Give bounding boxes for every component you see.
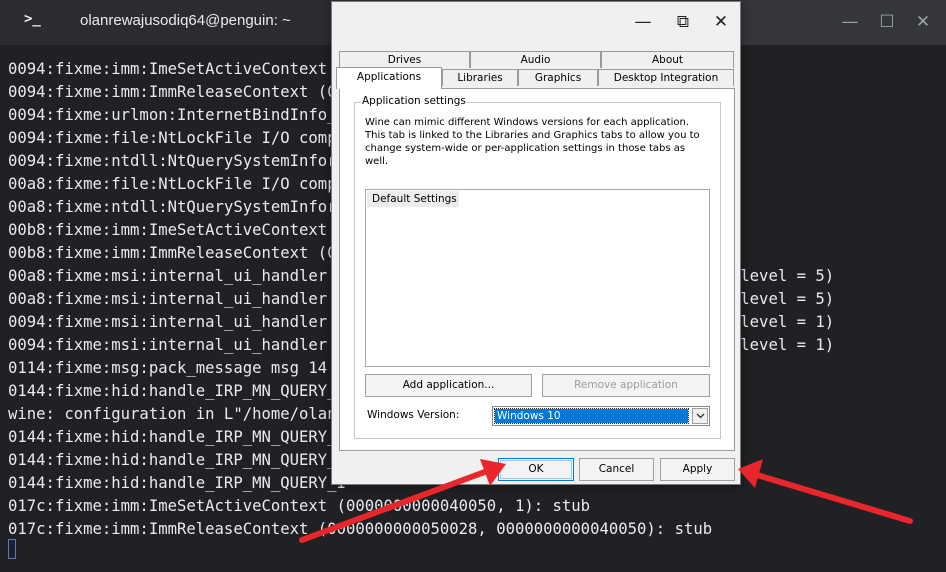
windows-version-select[interactable]: Windows 10 xyxy=(492,406,710,426)
terminal-tab[interactable]: >_ olanrewajusodiq64@penguin: ~ xyxy=(0,0,330,45)
windows-version-value: Windows 10 xyxy=(494,408,689,424)
terminal-icon: >_ xyxy=(24,11,41,27)
tab-drives[interactable]: Drives xyxy=(339,51,470,68)
terminal-tab-title: olanrewajusodiq64@penguin: ~ xyxy=(80,12,291,29)
close-icon[interactable]: ✕ xyxy=(909,10,937,34)
ok-button[interactable]: OK xyxy=(498,458,574,481)
application-settings-group: Application settings Wine can mimic diff… xyxy=(354,95,721,439)
list-item[interactable]: Default Settings xyxy=(367,191,459,207)
dialog-minimize-icon[interactable]: — xyxy=(630,11,656,33)
dialog-close-icon[interactable]: ✕ xyxy=(708,11,734,33)
remove-application-button[interactable]: Remove application xyxy=(542,374,710,397)
dialog-restore-icon[interactable]: ⧉ xyxy=(670,11,696,33)
tab-libraries[interactable]: Libraries xyxy=(442,69,518,86)
applications-panel: Application settings Wine can mimic diff… xyxy=(339,88,735,451)
chevron-down-icon[interactable] xyxy=(692,408,708,424)
application-list[interactable]: Default Settings xyxy=(365,189,710,367)
tab-audio[interactable]: Audio xyxy=(470,51,601,68)
group-title: Application settings xyxy=(361,95,467,107)
terminal-line: 017c:fixme:imm:ImmReleaseContext (000000… xyxy=(8,520,713,538)
maximize-icon[interactable]: ☐ xyxy=(873,10,901,34)
terminal-cursor xyxy=(8,539,16,559)
cancel-button[interactable]: Cancel xyxy=(579,458,654,481)
tab-about[interactable]: About xyxy=(601,51,734,68)
minimize-icon[interactable]: — xyxy=(836,10,864,34)
apply-button[interactable]: Apply xyxy=(660,458,735,481)
tab-graphics[interactable]: Graphics xyxy=(518,69,598,86)
terminal-line: 017c:fixme:imm:ImeSetActiveContext (0000… xyxy=(8,497,591,515)
tab-applications[interactable]: Applications xyxy=(336,67,442,89)
windows-version-label: Windows Version: xyxy=(367,409,460,421)
tab-desktop-integration[interactable]: Desktop Integration xyxy=(598,69,734,86)
add-application-button[interactable]: Add application... xyxy=(365,374,532,397)
ok-button-label: OK xyxy=(528,463,544,475)
group-description: Wine can mimic different Windows version… xyxy=(365,117,700,167)
wine-config-dialog: — ⧉ ✕ Drives Audio About Applications Li… xyxy=(331,1,741,485)
